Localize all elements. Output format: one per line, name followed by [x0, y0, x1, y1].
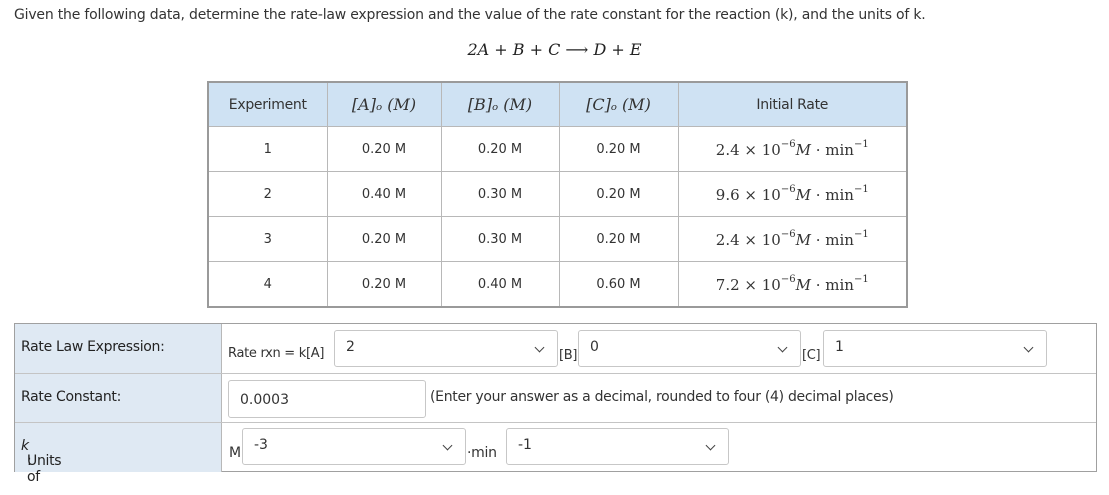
table-row: 3 0.20 M 0.30 M 0.20 M 2.4 × 10−6M · min… [207, 216, 908, 262]
cell-experiment: 1 [207, 126, 328, 172]
b-order-select[interactable]: 0 [578, 330, 801, 367]
table-header-row: Experiment [A]ₒ (M) [B]ₒ (M) [C]ₒ (M) In… [207, 81, 908, 127]
rate-constant-label: Rate Constant: [15, 374, 222, 423]
cell-b-conc: 0.30 M [440, 216, 560, 262]
cell-initial-rate: 2.4 × 10−6M · min−1 [677, 216, 908, 262]
header-c-conc: [C]ₒ (M) [558, 81, 679, 127]
rate-law-prefix: Rate rxn = k[A] [228, 346, 325, 361]
chevron-down-icon [1023, 342, 1034, 353]
reaction-equation: 2A + B + C ⟶ D + E [467, 40, 642, 59]
a-order-select[interactable]: 2 [334, 330, 558, 367]
table-row: 1 0.20 M 0.20 M 0.20 M 2.4 × 10−6M · min… [207, 126, 908, 172]
cell-experiment: 4 [207, 261, 328, 308]
rate-law-row: Rate Law Expression: Rate rxn = k[A] 2 [… [15, 324, 1096, 373]
cell-c-conc: 0.20 M [558, 126, 679, 172]
table-row: 2 0.40 M 0.30 M 0.20 M 9.6 × 10−6M · min… [207, 171, 908, 217]
cell-initial-rate: 9.6 × 10−6M · min−1 [677, 171, 908, 217]
cell-initial-rate: 7.2 × 10−6M · min−1 [677, 261, 908, 308]
rate-constant-input[interactable]: 0.0003 [228, 380, 426, 418]
cell-experiment: 2 [207, 171, 328, 217]
answer-panel: Rate Law Expression: Rate rxn = k[A] 2 [… [14, 323, 1097, 485]
cell-b-conc: 0.40 M [440, 261, 560, 308]
header-initial-rate: Initial Rate [677, 81, 908, 127]
table-row: 4 0.20 M 0.40 M 0.60 M 7.2 × 10−6M · min… [207, 261, 908, 308]
header-a-conc: [A]ₒ (M) [326, 81, 442, 127]
min-exponent-select[interactable]: -1 [506, 428, 729, 465]
chevron-down-icon [442, 440, 453, 451]
cell-experiment: 3 [207, 216, 328, 262]
chevron-down-icon [534, 342, 545, 353]
cell-a-conc: 0.20 M [326, 261, 442, 308]
cell-initial-rate: 2.4 × 10−6M · min−1 [677, 126, 908, 172]
cell-a-conc: 0.20 M [326, 216, 442, 262]
c-label: [C] [802, 348, 821, 363]
header-b-conc: [B]ₒ (M) [440, 81, 560, 127]
question-text: Given the following data, determine the … [14, 7, 926, 23]
header-experiment: Experiment [207, 81, 328, 127]
cell-b-conc: 0.20 M [440, 126, 560, 172]
data-table: Experiment [A]ₒ (M) [B]ₒ (M) [C]ₒ (M) In… [207, 81, 908, 308]
units-min-label: ·min [467, 445, 497, 461]
cell-c-conc: 0.20 M [558, 171, 679, 217]
rate-constant-row: Rate Constant: 0.0003 (Enter your answer… [15, 373, 1096, 423]
cell-a-conc: 0.40 M [326, 171, 442, 217]
chevron-down-icon [777, 342, 788, 353]
chevron-down-icon [705, 440, 716, 451]
units-label: Units of k: [15, 423, 222, 485]
m-exponent-select[interactable]: -3 [242, 428, 466, 465]
cell-c-conc: 0.20 M [558, 216, 679, 262]
cell-a-conc: 0.20 M [326, 126, 442, 172]
units-row: Units of k: M -3 ·min -1 [15, 422, 1096, 485]
rate-law-label: Rate Law Expression: [15, 324, 222, 373]
cell-c-conc: 0.60 M [558, 261, 679, 308]
rate-constant-hint: (Enter your answer as a decimal, rounded… [430, 389, 894, 405]
b-label: [B] [559, 348, 578, 363]
units-m-label: M [229, 445, 241, 461]
c-order-select[interactable]: 1 [823, 330, 1047, 367]
cell-b-conc: 0.30 M [440, 171, 560, 217]
